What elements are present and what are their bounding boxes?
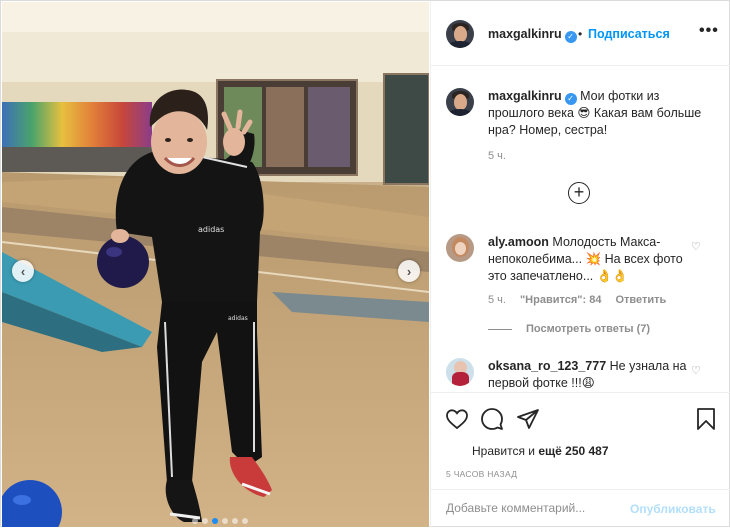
follow-button[interactable]: Подписаться — [588, 27, 670, 41]
posted-ago[interactable]: 5 ЧАСОВ НАЗАД — [446, 469, 517, 479]
comment-meta: 5 ч. "Нравится": 84 Ответить — [488, 294, 666, 306]
post-side-panel: maxgalkinru ✓ • Подписаться ••• maxgalkin… — [430, 2, 730, 527]
comment-item: aly.amoon Молодость Макса-непоколебима..… — [488, 234, 693, 285]
comment-like-heart-icon[interactable]: ♡ — [691, 364, 701, 377]
comment-time[interactable]: 5 ч. — [488, 294, 506, 306]
instagram-post: adidas adidas ‹ › maxgalkinru ✓ • Подписа… — [0, 0, 730, 527]
add-comment-bar: Опубликовать — [431, 489, 730, 529]
svg-text:adidas: adidas — [198, 225, 224, 234]
more-options-icon[interactable]: ••• — [699, 22, 719, 40]
view-replies-button[interactable]: Посмотреть ответы (7) — [488, 323, 650, 335]
carousel-dot — [202, 518, 208, 524]
author-name-link[interactable]: maxgalkinru ✓ — [488, 27, 577, 43]
replies-divider — [488, 328, 512, 330]
comment-item: oksana_ro_123_777 Не узнала на первой фо… — [488, 358, 693, 392]
comment-like-heart-icon[interactable]: ♡ — [691, 240, 701, 253]
likes-summary[interactable]: Нравится и ещё 250 487 — [472, 444, 609, 458]
carousel-dot — [212, 518, 218, 524]
chevron-right-icon: › — [406, 263, 412, 279]
likes-more: ещё 250 487 — [538, 444, 609, 458]
carousel-indicator — [192, 518, 248, 524]
comment-likes[interactable]: "Нравится": 84 — [520, 294, 601, 306]
plus-circle-icon: + — [573, 182, 585, 202]
comment-bubble-icon[interactable] — [480, 407, 504, 431]
carousel-prev-button[interactable]: ‹ — [12, 260, 34, 282]
likes-prefix: Нравится — [472, 444, 525, 458]
author-avatar[interactable] — [446, 20, 474, 48]
post-caption: maxgalkinru ✓ Мои фотки из прошлого века … — [488, 88, 718, 139]
post-actions: Нравится и ещё 250 487 5 ЧАСОВ НАЗАД Опу… — [431, 392, 730, 528]
commenter-avatar[interactable] — [446, 234, 474, 262]
carousel-dot — [242, 518, 248, 524]
load-more-comments-button[interactable]: + — [568, 182, 590, 204]
post-photo[interactable]: adidas adidas ‹ › — [2, 2, 429, 527]
carousel-dot — [232, 518, 238, 524]
reply-button[interactable]: Ответить — [615, 294, 666, 306]
caption-author-avatar[interactable] — [446, 88, 474, 116]
commenter-avatar[interactable] — [446, 358, 474, 386]
post-header: maxgalkinru ✓ • Подписаться ••• — [431, 2, 730, 66]
carousel-dot — [192, 518, 198, 524]
caption-username[interactable]: maxgalkinru — [488, 89, 562, 103]
heart-icon[interactable] — [445, 407, 469, 431]
comment-username[interactable]: aly.amoon — [488, 235, 549, 249]
header-separator: • — [578, 27, 583, 41]
comment-username[interactable]: oksana_ro_123_777 — [488, 359, 606, 373]
view-replies-label: Посмотреть ответы (7) — [526, 323, 651, 335]
bowling-photo: adidas adidas — [2, 2, 429, 527]
comment-input[interactable] — [446, 501, 626, 515]
publish-button[interactable]: Опубликовать — [630, 502, 716, 516]
likes-and: и — [528, 444, 535, 458]
verified-badge-icon: ✓ — [564, 31, 577, 43]
paper-plane-icon[interactable] — [516, 407, 540, 431]
chevron-left-icon: ‹ — [20, 263, 26, 279]
carousel-dot — [222, 518, 228, 524]
caption-time[interactable]: 5 ч. — [488, 150, 506, 162]
svg-text:adidas: adidas — [228, 315, 248, 322]
verified-badge-icon: ✓ — [564, 93, 577, 105]
bookmark-icon[interactable] — [694, 407, 718, 431]
carousel-next-button[interactable]: › — [398, 260, 420, 282]
author-username: maxgalkinru — [488, 27, 562, 41]
